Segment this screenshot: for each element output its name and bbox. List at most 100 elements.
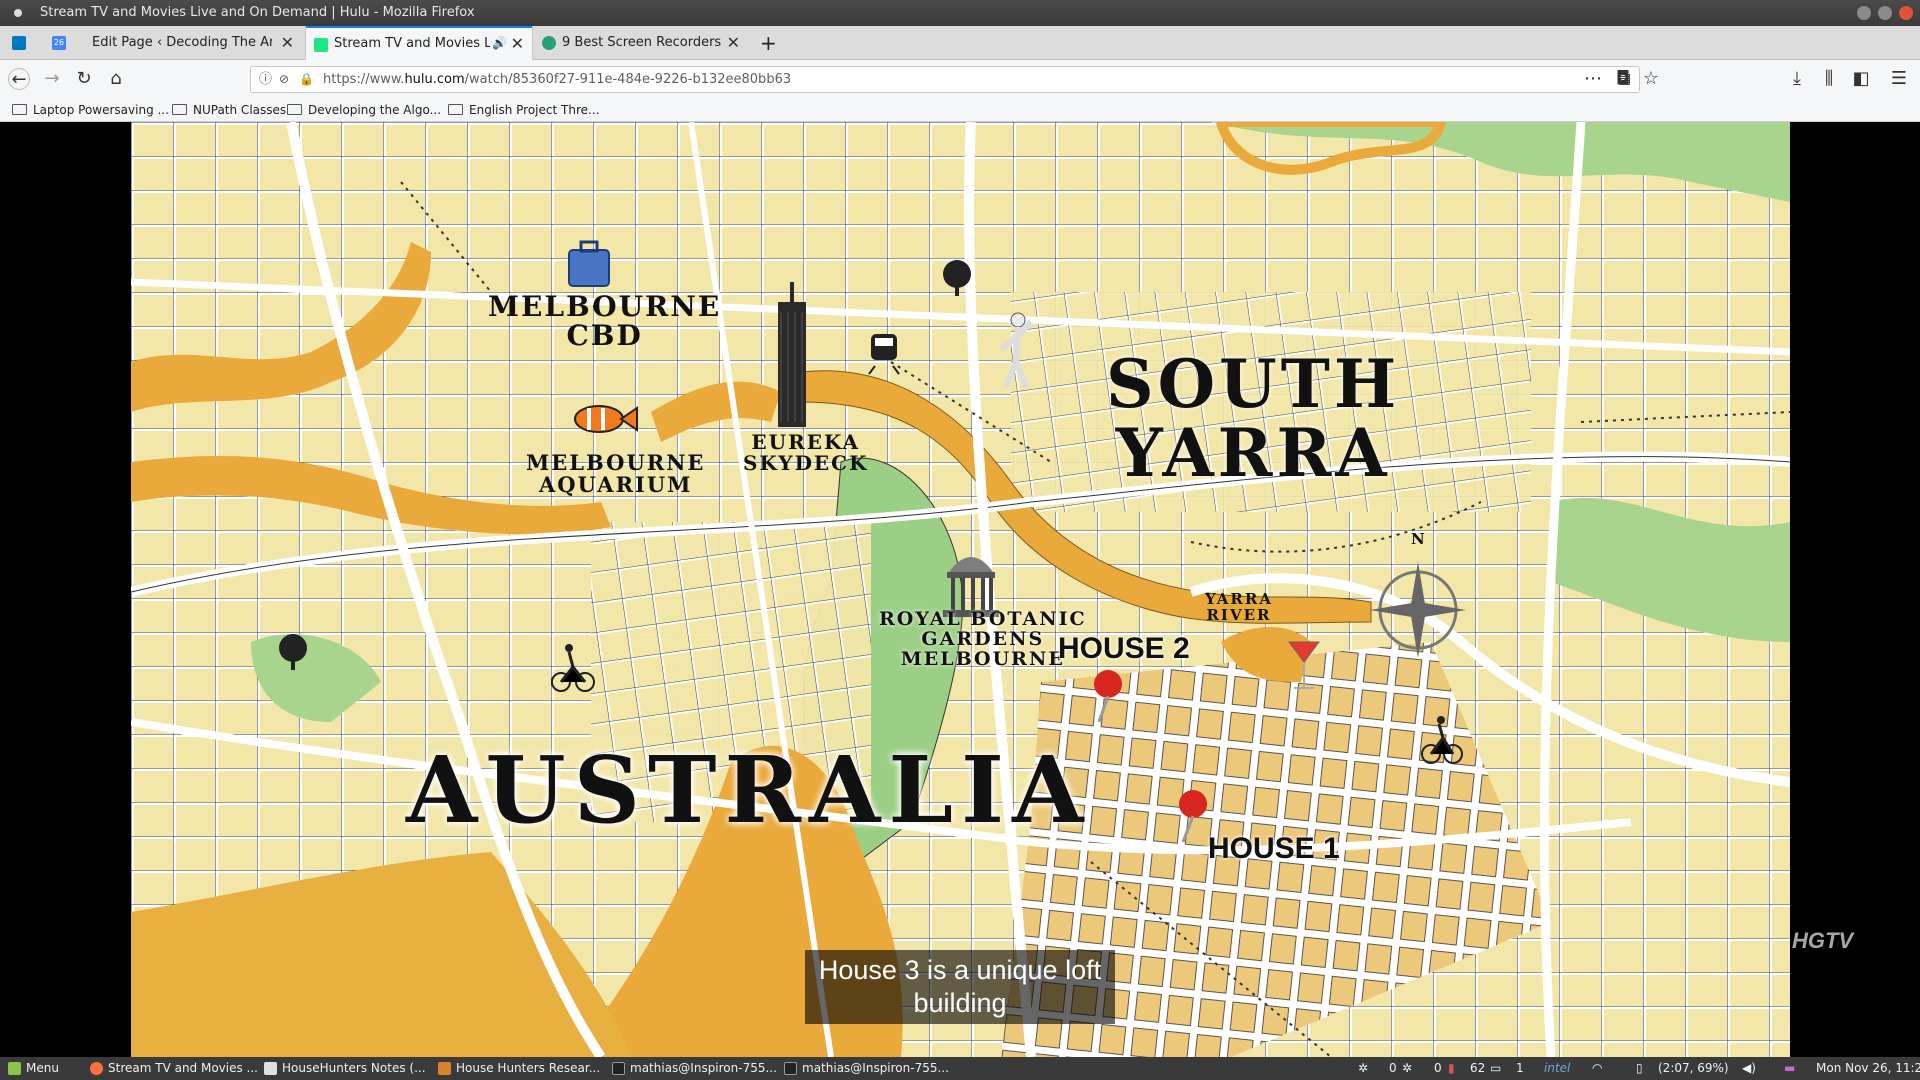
lock-icon[interactable]: 🔒 [299,67,314,92]
taskbar-item-terminal[interactable]: mathias@Inspiron-755... [610,1057,777,1080]
trello-icon [12,36,26,50]
site-icon [542,36,556,50]
url-domain: hulu.com [404,72,465,87]
hgtv-watermark: HGTV [1792,928,1854,953]
close-tab-icon[interactable]: ✕ [281,26,294,60]
tab-hulu[interactable]: Stream TV and Movies Live 🔊 ✕ [306,26,532,60]
taskbar-item-label: Stream TV and Movies ... [108,1061,258,1075]
window-title: Stream TV and Movies Live and On Demand … [40,5,475,20]
terminal-icon [784,1062,797,1075]
map-label-australia: AUSTRALIA [406,736,1092,844]
pocket-icon[interactable]: ◘ [1612,68,1634,90]
video-subtitle: House 3 is a unique loft building [805,950,1115,1024]
folder-icon [448,104,463,115]
window-menu-icon[interactable] [14,9,22,17]
bookmark-label: NUPath Classes [193,103,287,117]
label-line: AQUARIUM [539,472,693,498]
bookmark-label: English Project Thre... [469,103,600,117]
taskbar-item-firefox[interactable]: Stream TV and Movies ... [88,1057,258,1080]
label-line: SOUTH [1106,345,1401,423]
label-line: CBD [566,319,643,353]
back-button[interactable]: ← [8,68,30,90]
taskbar-item-terminal[interactable]: mathias@Inspiron-755... [782,1057,949,1080]
bookmark-folder[interactable]: NUPath Classes [172,102,286,118]
tab-title: 9 Best Screen Recorders For [562,35,722,50]
label-line: SKYDECK [743,451,869,475]
fan-icon[interactable]: ✲ [1402,1057,1412,1080]
window-titlebar: Stream TV and Movies Live and On Demand … [0,0,1920,26]
tab-screen-recorders[interactable]: 9 Best Screen Recorders For ✕ [534,26,748,60]
bookmark-folder[interactable]: English Project Thre... [448,102,599,118]
home-button[interactable]: ⌂ [105,68,127,90]
tab-title: Stream TV and Movies Live [334,36,490,51]
map-label-yarra-river: YARRA RIVER [1205,591,1273,624]
video-player[interactable]: MELBOURNE CBD MELBOURNE AQUARIUM EUREKA SKY… [0,122,1920,1057]
bookmark-star-icon[interactable]: ☆ [1640,68,1662,90]
bookmark-label: Developing the Algo... [308,103,442,117]
label-line: MELBOURNE [488,290,722,323]
menu-icon [8,1062,21,1075]
info-icon[interactable]: ⓘ [259,67,272,92]
bookmark-folder[interactable]: Laptop Powersaving ... [12,102,169,118]
calendar-icon: 26 [52,36,66,50]
compass-north-label: N [1411,530,1427,548]
start-menu-button[interactable]: Menu [6,1057,59,1080]
workspace-icon[interactable]: ▬ [1784,1057,1795,1080]
forward-button[interactable]: → [41,68,63,90]
hamburger-menu-icon[interactable]: ☰ [1888,68,1910,90]
pinned-tab-calendar[interactable]: 26 [40,26,80,60]
firefox-icon [90,1062,103,1075]
clock[interactable]: Mon Nov 26, 11:27 [1816,1057,1920,1080]
downloads-icon[interactable]: ⤓ [1786,68,1808,90]
battery-icon[interactable]: ▯ [1636,1057,1643,1080]
maximize-button[interactable] [1878,6,1892,20]
folder-icon [438,1062,451,1075]
url-text: https://www.hulu.com/watch/85360f27-911e… [323,67,791,92]
fan-1-value: 0 [1389,1061,1397,1075]
menu-label: Menu [26,1061,59,1075]
close-window-button[interactable] [1899,6,1913,20]
terminal-icon [612,1062,625,1075]
label-line: ROYAL BOTANIC [879,608,1087,630]
fan-2-value: 0 [1434,1061,1442,1075]
map-label-house-1: HOUSE 1 [1208,832,1340,865]
reload-button[interactable]: ↻ [73,68,95,90]
cpu-value: 62 [1470,1061,1486,1075]
map-label-royal-botanic-gardens: ROYAL BOTANIC GARDENS MELBOURNE [879,608,1087,670]
pinned-tab-trello[interactable] [0,26,40,60]
url-bar[interactable]: ⓘ ⊘ 🔒 https://www.hulu.com/watch/85360f2… [250,66,1640,93]
folder-icon [12,104,27,115]
new-tab-button[interactable]: + [760,26,784,60]
page-actions-icon[interactable]: ⋯ [1582,68,1604,90]
city-map-illustration [131,122,1790,1057]
sidebar-icon[interactable]: ◧ [1850,68,1872,90]
tab-bar: 26 Edit Page ‹ Decoding The Archive ✕ St… [0,26,1920,60]
library-icon[interactable]: ⫼ [1818,68,1840,90]
disk-icon[interactable]: ▭ [1490,1057,1501,1080]
close-tab-icon[interactable]: ✕ [727,26,740,60]
taskbar-item-folder[interactable]: House Hunters Resear... [436,1057,600,1080]
map-label-eureka-skydeck: EUREKA SKYDECK [743,432,868,474]
tracking-protection-icon[interactable]: ⊘ [279,67,289,92]
tab-edit-page[interactable]: Edit Page ‹ Decoding The Archive ✕ [82,26,302,60]
volume-icon[interactable]: ◀) [1742,1057,1756,1080]
video-frame-map: MELBOURNE CBD MELBOURNE AQUARIUM EUREKA SKY… [131,122,1790,1057]
wifi-icon[interactable]: ◠ [1592,1057,1602,1080]
taskbar-item-label: mathias@Inspiron-755... [630,1061,777,1075]
fan-icon[interactable]: ✲ [1358,1057,1368,1080]
map-label-house-2: HOUSE 2 [1058,632,1190,665]
speaker-icon[interactable]: 🔊 [492,28,507,59]
text-editor-icon [264,1062,277,1075]
hulu-icon [314,38,328,52]
cpu-icon[interactable]: ▮ [1448,1057,1455,1080]
navigation-toolbar: ← → ↻ ⌂ ⓘ ⊘ 🔒 https://www.hulu.com/watch… [0,60,1920,98]
taskbar-item-notes[interactable]: HouseHunters Notes (... [262,1057,426,1080]
close-tab-icon[interactable]: ✕ [511,28,524,59]
taskbar-item-label: House Hunters Resear... [456,1061,601,1075]
intel-icon[interactable]: intel [1544,1057,1570,1080]
label-line: RIVER [1206,605,1272,624]
bookmark-folder[interactable]: Developing the Algo... [287,102,441,118]
map-label-melbourne-cbd: MELBOURNE CBD [488,292,721,351]
minimize-button[interactable] [1857,6,1871,20]
bookmark-label: Laptop Powersaving ... [33,103,169,117]
